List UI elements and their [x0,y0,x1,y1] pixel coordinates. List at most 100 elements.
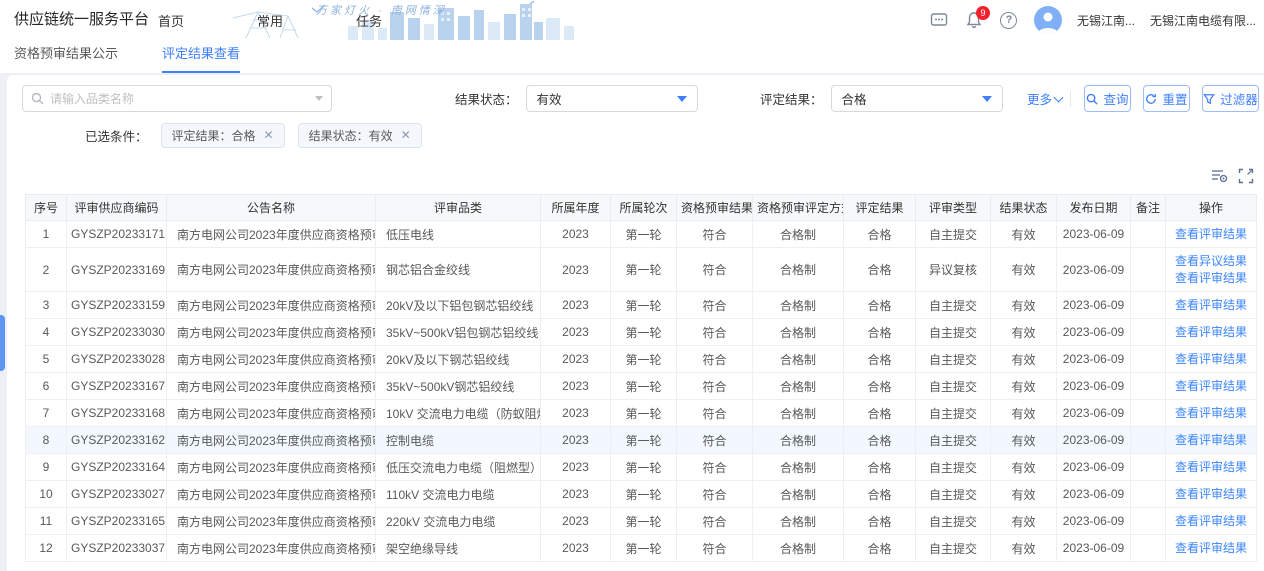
cell-year: 2023 [541,292,611,319]
action-link[interactable]: 查看评审结果 [1170,486,1252,503]
cell-pre-method: 合格制 [753,481,844,508]
cell-year: 2023 [541,481,611,508]
reset-button[interactable]: 重置 [1143,85,1190,112]
filter-tag-label: 结果状态：有效 [309,127,393,144]
tab-evaluation-results[interactable]: 评定结果查看 [162,43,240,73]
cell-year: 2023 [541,221,611,248]
fullscreen-icon[interactable] [1237,167,1254,184]
cell-round: 第一轮 [611,427,677,454]
cell-review-type: 自主提交 [916,292,991,319]
cell-pre-result: 符合 [677,346,753,373]
more-filters-link[interactable]: 更多 [1027,85,1062,112]
cell-round: 第一轮 [611,508,677,535]
action-link[interactable]: 查看异议结果 [1170,253,1252,270]
filter-button[interactable]: 过滤器 [1202,85,1259,112]
column-settings-icon[interactable] [1211,167,1228,184]
cell-category: 20kV及以下铝包钢芯铝绞线 [376,292,541,319]
table-row: 2GYSZP20233169南方电网公司2023年度供应商资格预审公告钢芯铝合金… [26,248,1257,292]
user-name-short[interactable]: 无锡江南... [1077,12,1135,29]
cell-actions: 查看评审结果 [1166,535,1257,562]
cell-announcement: 南方电网公司2023年度供应商资格预审公告 [167,292,376,319]
table-row: 9GYSZP20233164南方电网公司2023年度供应商资格预审公告低压交流电… [26,454,1257,481]
action-link[interactable]: 查看评审结果 [1170,270,1252,287]
close-icon[interactable]: ✕ [401,129,411,141]
search-icon [31,92,44,105]
cell-review-type: 自主提交 [916,319,991,346]
nav-item-home[interactable]: 首页 [158,11,184,30]
cell-year: 2023 [541,346,611,373]
help-icon[interactable]: ? [999,10,1019,30]
cell-eval-result: 合格 [844,400,916,427]
action-link[interactable]: 查看评审结果 [1170,378,1252,395]
filter-tag-result-status: 结果状态：有效 ✕ [298,123,422,148]
results-table: 序号评审供应商编码公告名称评审品类所属年度所属轮次资格预审结果资格预审评定方式评… [25,194,1257,562]
cell-eval-result: 合格 [844,454,916,481]
topbar-right: 9 ? 无锡江南... 无锡江南电缆有限... [929,0,1256,40]
cell-no: 12 [26,535,67,562]
action-link[interactable]: 查看评审结果 [1170,324,1252,341]
cell-announcement: 南方电网公司2023年度供应商资格预审公告 [167,508,376,535]
cell-actions: 查看异议结果查看评审结果 [1166,248,1257,292]
column-header: 备注 [1131,195,1166,221]
cell-actions: 查看评审结果 [1166,427,1257,454]
cell-code: GYSZP20233037 [67,535,167,562]
table-row: 1GYSZP20233171南方电网公司2023年度供应商资格预审公告低压电线2… [26,221,1257,248]
cell-pre-result: 符合 [677,535,753,562]
cell-announcement: 南方电网公司2023年度供应商资格预审公告 [167,319,376,346]
action-link[interactable]: 查看评审结果 [1170,351,1252,368]
action-link[interactable]: 查看评审结果 [1170,540,1252,557]
cell-pre-result: 符合 [677,454,753,481]
evaluation-result-select[interactable]: 合格 [831,85,1003,112]
action-link[interactable]: 查看评审结果 [1170,226,1252,243]
cell-category: 10kV 交流电力电缆（防蚁阻燃型） [376,400,541,427]
screen: 供应链统一服务平台 首页 常用 任务 [0,0,1264,571]
cell-status: 有效 [991,346,1057,373]
cell-year: 2023 [541,373,611,400]
cell-year: 2023 [541,400,611,427]
cell-pre-result: 符合 [677,221,753,248]
action-link[interactable]: 查看评审结果 [1170,459,1252,476]
cell-eval-result: 合格 [844,373,916,400]
cell-eval-result: 合格 [844,508,916,535]
cell-eval-result: 合格 [844,292,916,319]
cell-year: 2023 [541,454,611,481]
cell-eval-result: 合格 [844,319,916,346]
cell-announcement: 南方电网公司2023年度供应商资格预审公告 [167,427,376,454]
cell-remark [1131,248,1166,292]
category-search-input[interactable]: 请输入品类名称 [22,85,332,112]
cell-pre-result: 符合 [677,427,753,454]
action-link[interactable]: 查看评审结果 [1170,432,1252,449]
result-status-select[interactable]: 有效 [526,85,698,112]
cell-status: 有效 [991,319,1057,346]
cell-pre-result: 符合 [677,248,753,292]
cell-remark [1131,373,1166,400]
table-header: 序号评审供应商编码公告名称评审品类所属年度所属轮次资格预审结果资格预审评定方式评… [26,195,1257,221]
message-icon[interactable] [929,10,949,30]
cell-eval-result: 合格 [844,221,916,248]
cell-actions: 查看评审结果 [1166,373,1257,400]
avatar[interactable] [1034,6,1062,34]
user-company-name[interactable]: 无锡江南电缆有限... [1150,12,1256,29]
cell-category: 低压交流电力电缆（阻燃型） [376,454,541,481]
notification-bell-icon[interactable]: 9 [964,10,984,30]
cell-review-type: 自主提交 [916,346,991,373]
cell-announcement: 南方电网公司2023年度供应商资格预审公告 [167,400,376,427]
cell-round: 第一轮 [611,346,677,373]
tab-bar: 资格预审结果公示 评定结果查看 [0,40,1264,73]
action-link[interactable]: 查看评审结果 [1170,405,1252,422]
cell-eval-result: 合格 [844,535,916,562]
filter-row: 请输入品类名称 结果状态： 有效 评定结果： 合格 [7,85,1264,113]
tab-prequalification-results[interactable]: 资格预审结果公示 [14,43,118,73]
cell-date: 2023-06-09 [1057,535,1131,562]
cell-remark [1131,346,1166,373]
sidebar-expand-handle[interactable] [0,315,5,371]
nav-item-tasks[interactable]: 任务 [356,11,382,30]
query-button[interactable]: 查询 [1084,85,1131,112]
nav-item-common[interactable]: 常用 [257,11,283,30]
table-row: 3GYSZP20233159南方电网公司2023年度供应商资格预审公告20kV及… [26,292,1257,319]
cell-category: 35kV~500kV钢芯铝绞线 [376,373,541,400]
table-row: 12GYSZP20233037南方电网公司2023年度供应商资格预审公告架空绝缘… [26,535,1257,562]
action-link[interactable]: 查看评审结果 [1170,297,1252,314]
action-link[interactable]: 查看评审结果 [1170,513,1252,530]
close-icon[interactable]: ✕ [264,129,274,141]
